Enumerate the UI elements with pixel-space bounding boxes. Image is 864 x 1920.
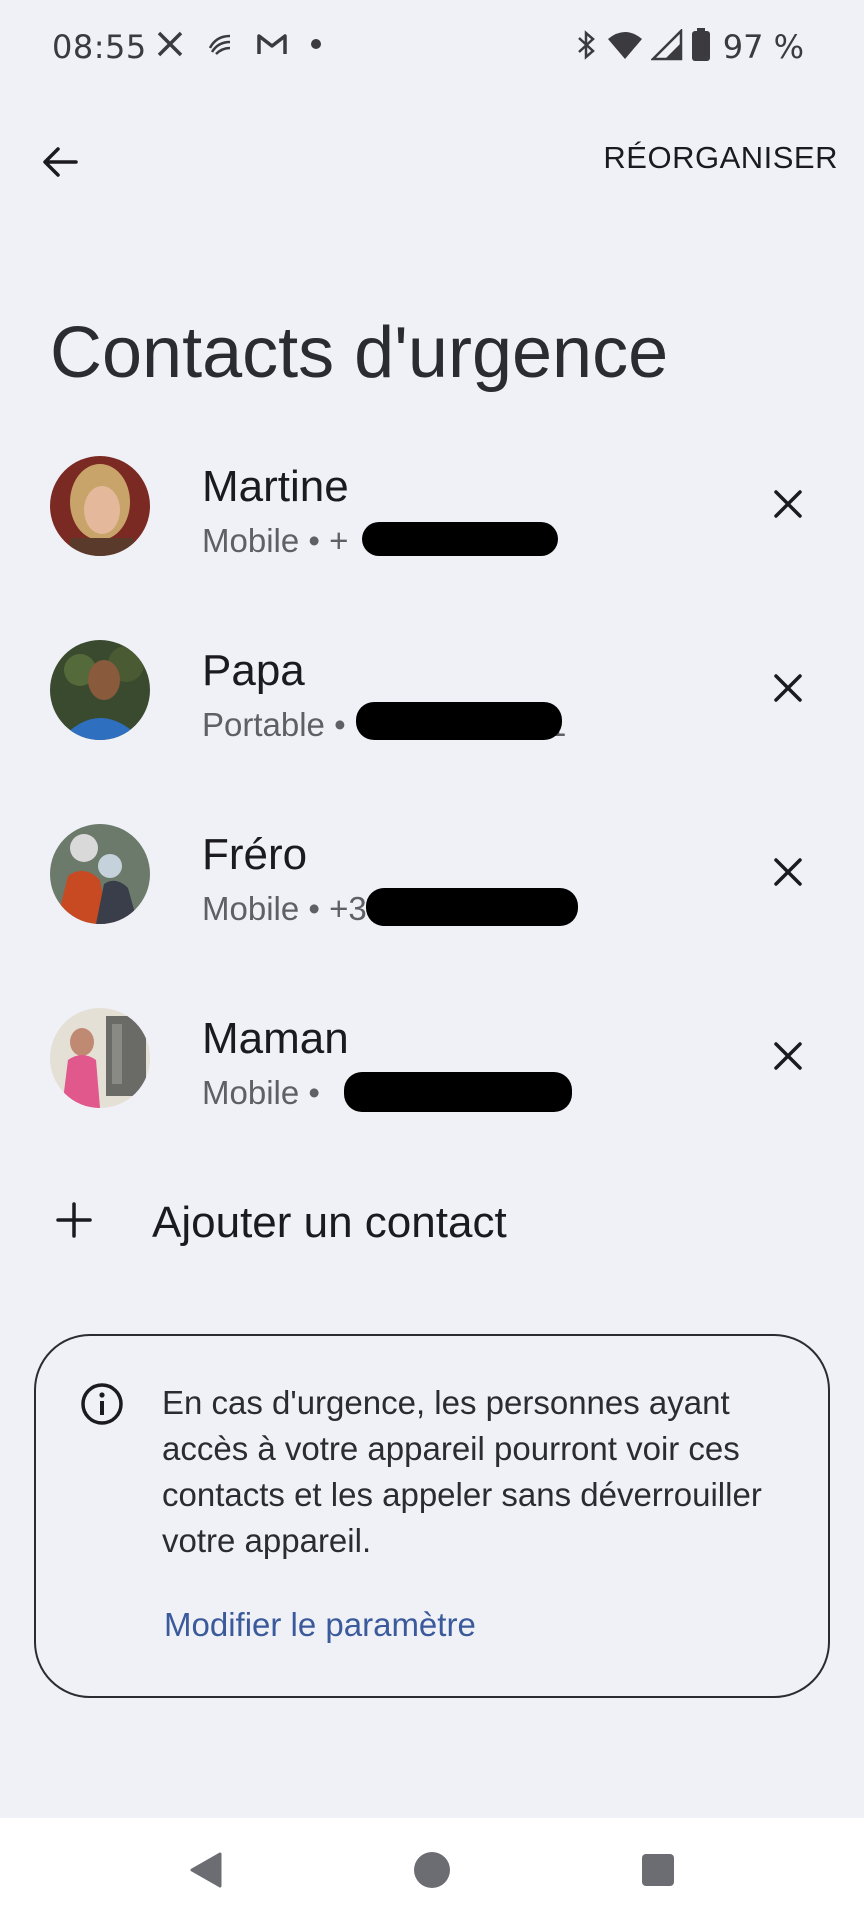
- screen: 08:55 97 % RÉORGANISER Contacts d'urgenc…: [0, 0, 864, 1920]
- back-button[interactable]: [28, 130, 92, 194]
- info-card: En cas d'urgence, les personnes ayant ac…: [34, 1334, 830, 1698]
- close-icon: [774, 1042, 802, 1070]
- separator: •: [334, 706, 355, 743]
- redaction-mark: [344, 1072, 572, 1112]
- status-bar: 08:55 97 %: [0, 0, 864, 96]
- nav-recents-button[interactable]: [636, 1848, 680, 1892]
- contact-row-papa[interactable]: Papa Portable • 1: [0, 640, 864, 800]
- contact-type: Mobile: [202, 1074, 300, 1111]
- number-prefix: +3: [329, 890, 367, 927]
- wifi-icon: [607, 29, 643, 65]
- nav-home-icon: [414, 1852, 450, 1888]
- add-contact-button[interactable]: Ajouter un contact: [0, 1190, 864, 1262]
- remove-contact-button[interactable]: [756, 1024, 820, 1088]
- contact-type: Mobile: [202, 890, 300, 927]
- battery-icon: [691, 28, 711, 66]
- separator: •: [308, 1074, 320, 1111]
- info-icon: [81, 1383, 123, 1425]
- cell-signal-icon: [649, 27, 683, 65]
- separator: •: [308, 890, 330, 927]
- contact-name: Fréro: [202, 830, 308, 879]
- status-time: 08:55: [52, 28, 147, 66]
- info-text: En cas d'urgence, les personnes ayant ac…: [162, 1384, 762, 1559]
- contact-row-maman[interactable]: Maman Mobile •: [0, 1008, 864, 1168]
- contact-type: Mobile: [202, 522, 300, 559]
- avatar: [50, 1008, 150, 1108]
- remove-contact-button[interactable]: [756, 472, 820, 536]
- nav-recents-icon: [642, 1854, 674, 1886]
- number-prefix: +: [329, 522, 349, 559]
- nav-home-button[interactable]: [410, 1848, 454, 1892]
- avatar: [50, 456, 150, 556]
- app-icon: [206, 30, 234, 67]
- contact-name: Papa: [202, 646, 305, 695]
- contact-type: Portable: [202, 706, 325, 743]
- contact-row-frero[interactable]: Fréro Mobile • +3 8: [0, 824, 864, 984]
- nav-back-button[interactable]: [184, 1848, 228, 1892]
- x-icon: [156, 30, 184, 67]
- status-icons: 97 %: [573, 27, 804, 66]
- plus-icon: [56, 1202, 92, 1238]
- contact-row-martine[interactable]: Martine Mobile • + 2: [0, 456, 864, 616]
- bluetooth-icon: [573, 29, 599, 65]
- notification-icons: [156, 30, 322, 67]
- separator: •: [308, 522, 330, 559]
- add-contact-label: Ajouter un contact: [152, 1198, 507, 1247]
- dot-icon: [310, 30, 322, 67]
- battery-percent: 97 %: [722, 28, 804, 66]
- contact-name: Martine: [202, 462, 349, 511]
- avatar: [50, 824, 150, 924]
- redaction-mark: [356, 702, 562, 740]
- contact-name: Maman: [202, 1014, 349, 1063]
- navigation-bar: [0, 1818, 864, 1920]
- nav-back-icon: [190, 1852, 222, 1888]
- arrow-back-icon: [43, 147, 78, 177]
- close-icon: [774, 858, 802, 886]
- gmail-icon: [256, 30, 288, 67]
- avatar: [50, 640, 150, 740]
- remove-contact-button[interactable]: [756, 656, 820, 720]
- redaction-mark: [362, 522, 558, 556]
- redaction-mark: [366, 888, 578, 926]
- remove-contact-button[interactable]: [756, 840, 820, 904]
- reorder-button[interactable]: RÉORGANISER: [603, 140, 838, 176]
- contact-number: Mobile •: [202, 1074, 320, 1112]
- close-icon: [774, 674, 802, 702]
- modify-setting-link[interactable]: Modifier le paramètre: [164, 1606, 476, 1644]
- page-title: Contacts d'urgence: [50, 313, 669, 393]
- close-icon: [774, 490, 802, 518]
